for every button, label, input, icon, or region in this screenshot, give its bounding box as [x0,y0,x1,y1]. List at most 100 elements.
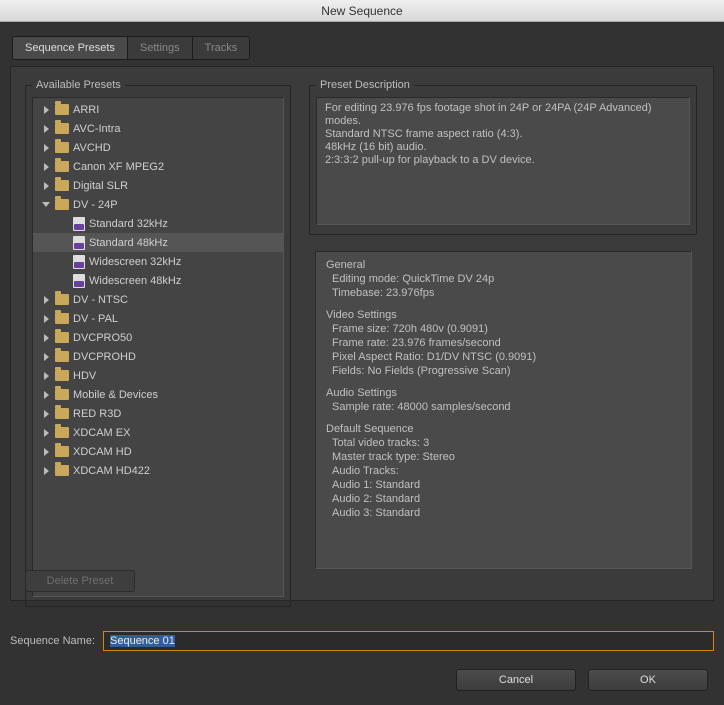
tab-tracks[interactable]: Tracks [193,37,250,59]
folder-dv-24p[interactable]: DV - 24P [33,195,283,214]
folder-label: XDCAM HD [73,446,132,458]
folder-label: AVC-Intra [73,123,120,135]
chevron-down-icon[interactable] [41,200,51,210]
preset-label: Widescreen 32kHz [89,256,181,268]
folder-label: RED R3D [73,408,121,420]
delete-preset-button: Delete Preset [25,570,135,592]
folder-label: Canon XF MPEG2 [73,161,164,173]
folder-label: ARRI [73,104,99,116]
sequence-name-row: Sequence Name: [10,631,714,651]
folder-xdcam-hd[interactable]: XDCAM HD [33,442,283,461]
folder-icon [55,446,69,457]
preset-label: Widescreen 48kHz [89,275,181,287]
preset-file-icon [73,217,85,231]
chevron-right-icon[interactable] [41,390,51,400]
chevron-right-icon[interactable] [41,409,51,419]
chevron-right-icon[interactable] [41,352,51,362]
dialog-button-bar: Cancel OK [456,669,708,691]
preset-description-label: Preset Description [316,79,414,91]
preset-detail-text: General Editing mode: QuickTime DV 24p T… [315,251,692,569]
chevron-right-icon[interactable] [41,371,51,381]
folder-label: DV - 24P [73,199,118,211]
window-title: New Sequence [0,0,724,22]
folder-arri[interactable]: ARRI [33,100,283,119]
folder-icon [55,199,69,210]
available-presets-label: Available Presets [32,79,125,91]
tab-bar: Sequence Presets Settings Tracks [12,36,250,60]
chevron-right-icon[interactable] [41,143,51,153]
dialog-body: Sequence Presets Settings Tracks Availab… [0,22,724,705]
folder-dvcpro50[interactable]: DVCPRO50 [33,328,283,347]
folder-avc-intra[interactable]: AVC-Intra [33,119,283,138]
folder-icon [55,313,69,324]
chevron-right-icon[interactable] [41,447,51,457]
preset-tree[interactable]: ARRI AVC-Intra AVCHD Canon XF MPEG2 Digital … [32,97,284,597]
preset-file-icon [73,255,85,269]
chevron-right-icon[interactable] [41,314,51,324]
chevron-right-icon[interactable] [41,181,51,191]
preset-description-text: For editing 23.976 fps footage shot in 2… [316,97,690,225]
folder-xdcam-ex[interactable]: XDCAM EX [33,423,283,442]
folder-label: DV - PAL [73,313,118,325]
folder-icon [55,123,69,134]
folder-label: AVCHD [73,142,111,154]
folder-label: DV - NTSC [73,294,128,306]
preset-file-icon [73,274,85,288]
tab-sequence-presets[interactable]: Sequence Presets [13,37,128,59]
folder-dv-ntsc[interactable]: DV - NTSC [33,290,283,309]
sequence-name-input[interactable] [103,631,714,651]
chevron-right-icon[interactable] [41,124,51,134]
tab-settings[interactable]: Settings [128,37,193,59]
folder-xdcam-hd422[interactable]: XDCAM HD422 [33,461,283,480]
preset-label: Standard 48kHz [89,237,168,249]
preset-widescreen-48khz[interactable]: Widescreen 48kHz [33,271,283,290]
preset-description-group: Preset Description For editing 23.976 fp… [309,79,697,235]
folder-dvcprohd[interactable]: DVCPROHD [33,347,283,366]
folder-icon [55,142,69,153]
available-presets-group: Available Presets ARRI AVC-Intra AVCHD Cano… [25,79,291,607]
chevron-right-icon[interactable] [41,428,51,438]
folder-icon [55,104,69,115]
folder-label: Digital SLR [73,180,128,192]
folder-icon [55,180,69,191]
folder-mobile-devices[interactable]: Mobile & Devices [33,385,283,404]
folder-hdv[interactable]: HDV [33,366,283,385]
description-line: For editing 23.976 fps footage shot in 2… [325,102,681,128]
chevron-right-icon[interactable] [41,162,51,172]
chevron-right-icon[interactable] [41,466,51,476]
folder-label: DVCPROHD [73,351,136,363]
tab-panel: Available Presets ARRI AVC-Intra AVCHD Cano… [10,66,714,601]
folder-label: DVCPRO50 [73,332,132,344]
folder-icon [55,294,69,305]
folder-icon [55,351,69,362]
folder-canon-xf-mpeg2[interactable]: Canon XF MPEG2 [33,157,283,176]
preset-file-icon [73,236,85,250]
folder-icon [55,465,69,476]
folder-label: XDCAM HD422 [73,465,150,477]
chevron-right-icon[interactable] [41,333,51,343]
folder-digital-slr[interactable]: Digital SLR [33,176,283,195]
folder-red-r3d[interactable]: RED R3D [33,404,283,423]
chevron-right-icon[interactable] [41,105,51,115]
chevron-right-icon[interactable] [41,295,51,305]
preset-label: Standard 32kHz [89,218,168,230]
folder-icon [55,161,69,172]
folder-label: XDCAM EX [73,427,130,439]
description-line: 48kHz (16 bit) audio. [325,141,681,154]
preset-standard-32khz[interactable]: Standard 32kHz [33,214,283,233]
folder-avchd[interactable]: AVCHD [33,138,283,157]
folder-label: Mobile & Devices [73,389,158,401]
folder-icon [55,389,69,400]
folder-icon [55,332,69,343]
folder-label: HDV [73,370,96,382]
cancel-button[interactable]: Cancel [456,669,576,691]
preset-standard-48khz[interactable]: Standard 48kHz [33,233,283,252]
preset-widescreen-32khz[interactable]: Widescreen 32kHz [33,252,283,271]
folder-icon [55,408,69,419]
description-line: Standard NTSC frame aspect ratio (4:3). [325,128,681,141]
folder-icon [55,370,69,381]
sequence-name-label: Sequence Name: [10,635,95,647]
folder-icon [55,427,69,438]
folder-dv-pal[interactable]: DV - PAL [33,309,283,328]
ok-button[interactable]: OK [588,669,708,691]
